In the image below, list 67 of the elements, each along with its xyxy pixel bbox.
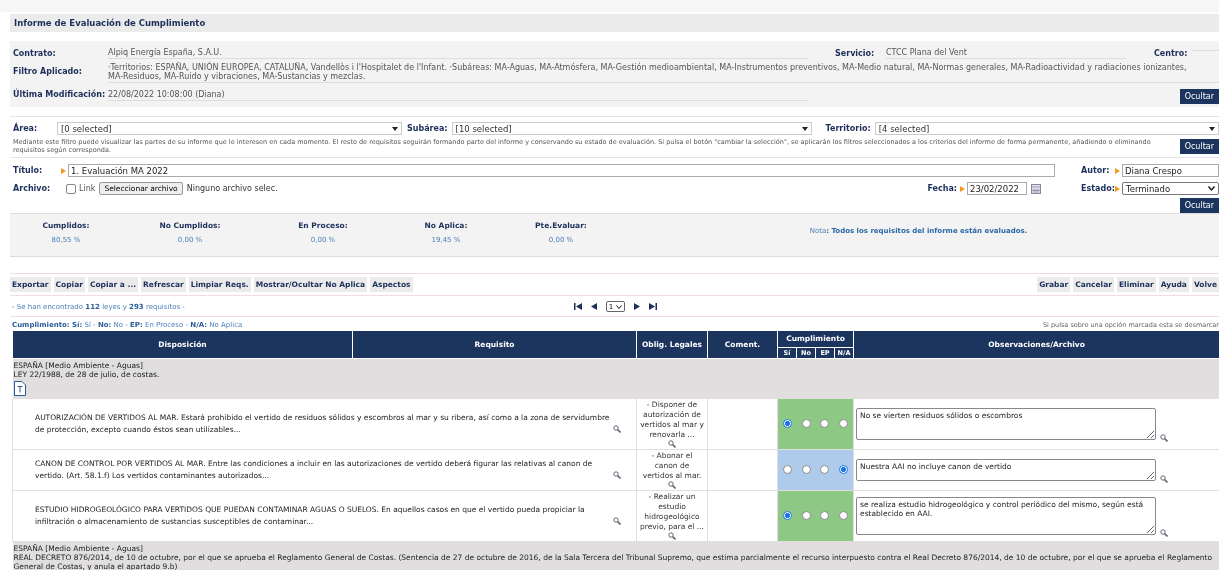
field-label: Autor: (1081, 166, 1111, 175)
hide-button[interactable]: Ocultar (1179, 138, 1219, 154)
checkbox-label: Link (79, 184, 96, 193)
previous-icon[interactable] (589, 303, 599, 310)
field-label: Servicio: (835, 48, 876, 58)
compliance-radio[interactable] (839, 465, 849, 474)
search-icon[interactable] (613, 470, 621, 479)
hide-button[interactable]: Ocultar (1179, 89, 1219, 104)
status-dropdown[interactable]: Terminado (1122, 182, 1219, 195)
field-label: Territorio: (825, 124, 871, 133)
field-label: Última Modificación: (13, 90, 107, 99)
field-label: Contrato: (13, 48, 57, 58)
field-label: Estado: (1081, 184, 1115, 193)
field-value: 22/08/2022 10:08:00 (Diana) (108, 88, 808, 101)
compliance-radio[interactable] (839, 419, 849, 428)
search-icon[interactable] (668, 480, 676, 489)
triangle-icon (1115, 185, 1120, 192)
title-input[interactable]: 1. Evaluación MA 2022 (68, 164, 1055, 177)
search-icon[interactable] (613, 424, 621, 433)
field-label: Subárea: (407, 124, 448, 133)
field-label: Título: (13, 166, 44, 175)
compliance-radio[interactable] (801, 465, 811, 474)
last-page-icon[interactable] (648, 303, 658, 310)
field-label: Fecha: (927, 184, 957, 193)
field-label: Archivo: (13, 184, 52, 193)
chevron-icon (616, 304, 623, 309)
search-icon[interactable] (1160, 528, 1169, 537)
triangle-icon (61, 167, 66, 174)
field-value: ·Territorios: ESPAÑA, UNIÓN EUROPEA, CATALUÑA, Vandellòs i l'Hospitalet de l'Infant. ·Subáreas: MA-Aguas, MA-Atmósfera, MA-Gestión medioambiental, MA-Instrumentos preventivos, MA-Medio natural, MA-Normas generales, MA-Radioactividad y radiaciones ionizantes, MA-Residuos, MA-Ruido y vibraciones, MA-Sustancias y mezclas. (108, 62, 1219, 83)
search-icon[interactable] (1160, 474, 1169, 483)
field-value: CTCC Plana del Vent (886, 47, 1126, 59)
compliance-radio[interactable] (801, 511, 811, 520)
filter-dropdown[interactable]: [4 selected] (874, 122, 1219, 135)
field-label: Centro: (1154, 48, 1189, 58)
search-icon[interactable] (668, 531, 676, 540)
calendar-icon[interactable] (1031, 183, 1041, 194)
triangle-icon (960, 185, 965, 192)
document-icon[interactable] (13, 380, 26, 396)
next-icon[interactable] (632, 303, 642, 310)
compliance-radio[interactable] (820, 465, 830, 474)
field-label: Área: (13, 124, 39, 133)
caret-icon (392, 126, 398, 131)
caret-icon (1209, 126, 1215, 131)
compliance-radio[interactable] (820, 511, 830, 520)
report-title: Informe de Evaluación de Cumplimiento (10, 14, 1219, 32)
hide-button[interactable]: Ocultar (1179, 198, 1219, 213)
triangle-icon (1115, 167, 1120, 174)
search-icon[interactable] (1160, 433, 1169, 442)
first-page-icon[interactable] (573, 303, 583, 310)
filter-dropdown[interactable]: [10 selected] (451, 122, 812, 135)
field-value: Alpiq Energía España, S.A.U. (108, 47, 808, 59)
compliance-radio[interactable] (839, 511, 849, 520)
compliance-radio[interactable] (782, 465, 792, 474)
filter-dropdown[interactable]: [0 selected] (57, 122, 402, 135)
compliance-radio[interactable] (782, 511, 792, 520)
search-icon[interactable] (668, 439, 676, 448)
file-status: Ninguno archivo selec. (186, 184, 278, 193)
compliance-radio[interactable] (782, 419, 792, 428)
chevron-icon (1208, 186, 1215, 191)
compliance-radio[interactable] (801, 419, 811, 428)
date-input[interactable]: 23/02/2022 (967, 182, 1027, 195)
field-label: Filtro Aplicado: (13, 67, 83, 76)
caret-icon (801, 126, 808, 131)
search-icon[interactable] (613, 516, 621, 525)
author-input[interactable]: Diana Crespo (1122, 164, 1219, 177)
compliance-radio[interactable] (820, 419, 830, 428)
link-checkbox[interactable] (66, 183, 76, 194)
